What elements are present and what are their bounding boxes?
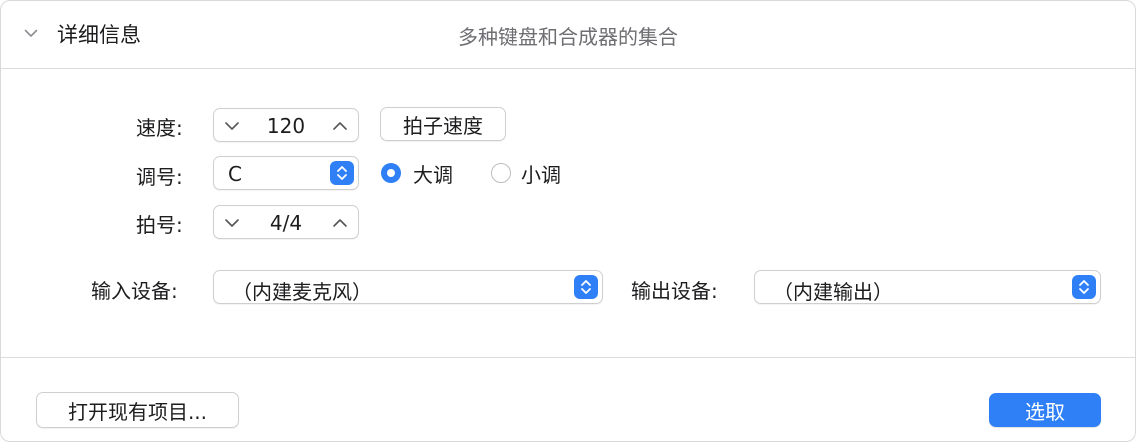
open-existing-project-button[interactable]: 打开现有项目... [36, 392, 239, 428]
key-label: 调号: [136, 165, 183, 189]
input-device-label: 输入设备: [91, 279, 178, 303]
radio-minor[interactable]: 小调 [491, 160, 561, 187]
radio-minor-label: 小调 [521, 162, 561, 187]
time-signature-stepper[interactable]: 4/4 [213, 205, 359, 239]
chevron-up-icon [333, 122, 347, 130]
chevron-down-icon [225, 122, 239, 130]
choose-button[interactable]: 选取 [989, 393, 1101, 427]
output-device-select[interactable]: （内建输出） [754, 270, 1101, 304]
input-device-select[interactable]: （内建麦克风） [213, 270, 603, 304]
radio-major[interactable]: 大调 [381, 160, 453, 187]
time-signature-decrement-button[interactable] [222, 213, 242, 233]
details-header: 详细信息 多种键盘和合成器的集合 [1, 1, 1135, 69]
output-device-label: 输出设备: [631, 279, 718, 303]
time-signature-value[interactable]: 4/4 [250, 211, 322, 235]
up-down-arrows-icon [330, 161, 354, 185]
project-details-panel: 详细信息 多种键盘和合成器的集合 速度: 120 拍子速度 调号: C 大调 小… [0, 0, 1136, 442]
tap-tempo-button[interactable]: 拍子速度 [380, 107, 506, 141]
radio-major-label: 大调 [413, 162, 453, 187]
tempo-increment-button[interactable] [330, 116, 350, 136]
tempo-decrement-button[interactable] [222, 116, 242, 136]
key-value: C [228, 162, 242, 186]
input-device-value: （内建麦克风） [232, 280, 372, 304]
radio-unselected-icon [491, 163, 511, 183]
output-device-value: （内建输出） [773, 280, 893, 304]
tempo-value[interactable]: 120 [250, 114, 322, 138]
footer-divider [1, 357, 1135, 358]
chevron-up-icon [333, 219, 347, 227]
project-description: 多种键盘和合成器的集合 [458, 25, 678, 49]
up-down-arrows-icon [574, 275, 598, 299]
chevron-down-icon [225, 219, 239, 227]
key-select[interactable]: C [213, 156, 359, 190]
time-signature-label: 拍号: [136, 213, 183, 237]
tempo-stepper[interactable]: 120 [213, 108, 359, 142]
up-down-arrows-icon [1072, 275, 1096, 299]
tempo-label: 速度: [136, 116, 183, 140]
radio-selected-icon [381, 163, 401, 183]
time-signature-increment-button[interactable] [330, 213, 350, 233]
